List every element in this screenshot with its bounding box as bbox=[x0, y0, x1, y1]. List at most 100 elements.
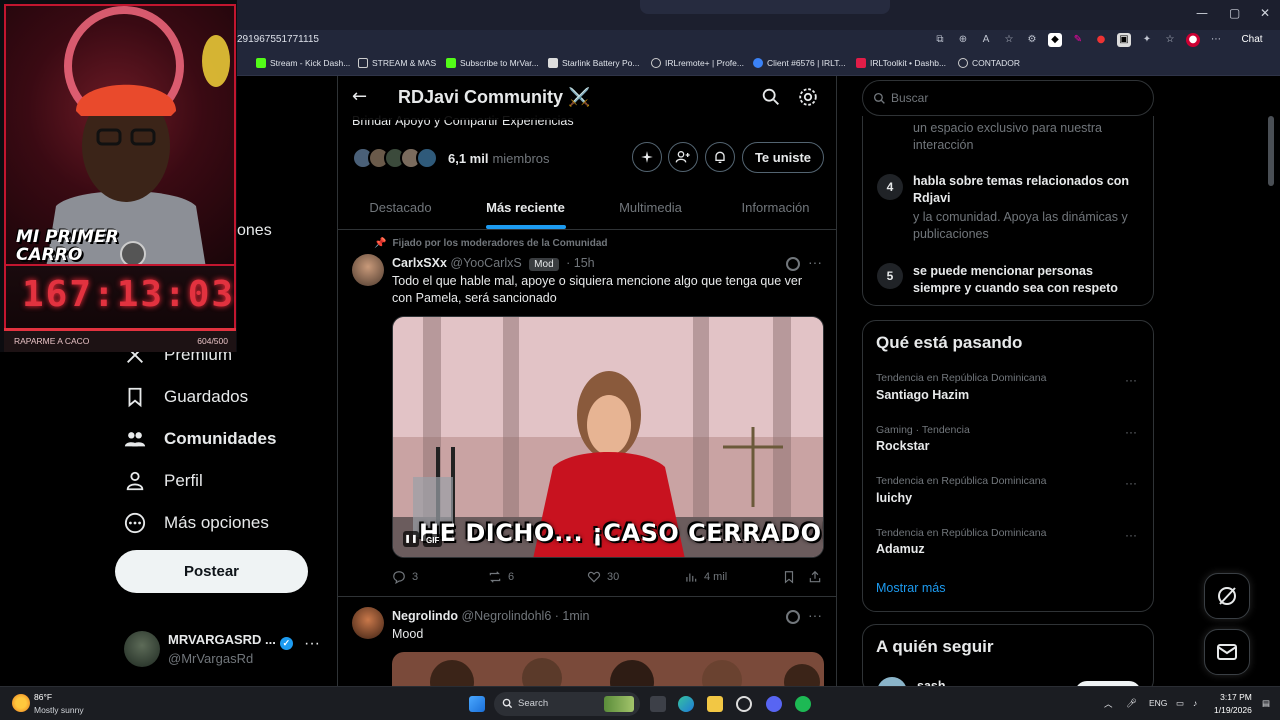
grok-icon[interactable] bbox=[786, 257, 800, 271]
edge-browser-icon[interactable] bbox=[678, 696, 694, 712]
nav-item-profile[interactable]: Perfil bbox=[124, 470, 203, 492]
extension-icon[interactable]: ✎ bbox=[1071, 33, 1085, 47]
taskbar-search[interactable]: Search bbox=[494, 692, 640, 716]
messages-button[interactable] bbox=[1204, 629, 1250, 675]
follow-name[interactable]: sash bbox=[917, 679, 946, 686]
tab-featured[interactable]: Destacado bbox=[338, 186, 463, 229]
avatar[interactable] bbox=[877, 677, 907, 686]
spotify-icon[interactable] bbox=[795, 696, 811, 712]
nav-item-more-options[interactable]: Más opciones bbox=[124, 512, 269, 534]
post-media-gif[interactable]: HE DICHO... ¡CASO CERRADO! ❚❚ GIF bbox=[392, 316, 824, 558]
avatar[interactable] bbox=[352, 254, 384, 286]
bookmark-item[interactable]: Starlink Battery Po... bbox=[548, 58, 639, 68]
post-menu-icon[interactable]: ··· bbox=[808, 607, 822, 623]
weather-icon[interactable] bbox=[12, 694, 30, 712]
joined-button[interactable]: Te uniste bbox=[742, 142, 824, 173]
post-media-image[interactable] bbox=[392, 652, 824, 686]
network-icon[interactable]: ▭ bbox=[1176, 698, 1184, 709]
back-arrow-icon[interactable]: ← bbox=[352, 86, 367, 107]
views-button[interactable]: 4 mil bbox=[684, 570, 727, 584]
bookmark-item[interactable]: STREAM & MAS bbox=[358, 58, 436, 68]
tray-chevron-icon[interactable]: ︿ bbox=[1104, 698, 1113, 710]
obs-icon[interactable] bbox=[736, 696, 752, 712]
show-more-link[interactable]: Mostrar más bbox=[876, 581, 945, 595]
extension-icon[interactable]: ◆ bbox=[1048, 33, 1062, 47]
trend-name[interactable]: luichy bbox=[876, 491, 912, 505]
account-switcher[interactable]: MRVARGASRD ... ✓ @MrVargasRd ··· bbox=[124, 629, 324, 673]
reply-button[interactable]: 3 bbox=[392, 570, 418, 584]
collections-icon[interactable]: ☆ bbox=[1163, 33, 1177, 47]
bookmark-item[interactable]: IRLToolkit • Dashb... bbox=[856, 58, 946, 68]
avatar[interactable] bbox=[352, 607, 384, 639]
invite-button[interactable] bbox=[668, 142, 698, 172]
search-icon[interactable] bbox=[760, 86, 782, 108]
bookmark-item[interactable]: Client #6576 | IRLT... bbox=[753, 58, 846, 68]
zoom-icon[interactable]: ⊕ bbox=[956, 33, 970, 47]
bookmark-icon bbox=[128, 387, 142, 408]
gear-icon[interactable] bbox=[797, 86, 819, 108]
windows-start-icon[interactable] bbox=[469, 696, 485, 712]
bookmark-button[interactable] bbox=[782, 570, 796, 584]
extension-icon[interactable]: ▣ bbox=[1117, 33, 1131, 47]
language-indicator[interactable]: ENG bbox=[1149, 698, 1167, 708]
taskbar-clock[interactable]: 3:17 PM 1/19/2026 bbox=[1214, 691, 1252, 717]
trend-name[interactable]: Rockstar bbox=[876, 439, 930, 453]
url-text[interactable]: 291967551771115 bbox=[237, 34, 319, 45]
bookmark-item[interactable]: Stream - Kick Dash... bbox=[256, 58, 350, 68]
trend-name[interactable]: Santiago Hazim bbox=[876, 388, 969, 402]
tab-media[interactable]: Multimedia bbox=[588, 186, 713, 229]
extension-icon[interactable]: ⚙ bbox=[1025, 33, 1039, 47]
tab-latest[interactable]: Más reciente bbox=[463, 186, 588, 229]
favorite-icon[interactable]: ☆ bbox=[1002, 33, 1016, 47]
browser-tab[interactable] bbox=[640, 0, 890, 14]
share-button[interactable] bbox=[808, 570, 822, 584]
browser-menu-icon[interactable]: ⋯ bbox=[1209, 33, 1223, 47]
file-explorer-icon[interactable] bbox=[707, 696, 723, 712]
bookmark-item[interactable]: CONTADOR bbox=[958, 58, 1020, 68]
post-author[interactable]: CarlxSXx @YooCarlxS Mod · 15h bbox=[392, 256, 595, 271]
post-menu-icon[interactable]: ··· bbox=[808, 254, 822, 270]
like-button[interactable]: 30 bbox=[587, 570, 619, 584]
repost-button[interactable]: 6 bbox=[488, 570, 514, 584]
tab-about[interactable]: Información bbox=[713, 186, 836, 229]
nav-item-communities[interactable]: Comunidades bbox=[124, 428, 276, 450]
task-view-icon[interactable] bbox=[650, 696, 666, 712]
nav-item-bookmarks[interactable]: Guardados bbox=[124, 386, 248, 408]
trend-more-icon[interactable]: ··· bbox=[1125, 476, 1137, 490]
grok-button[interactable] bbox=[1204, 573, 1250, 619]
profile-avatar-icon[interactable]: ● bbox=[1186, 33, 1200, 47]
post-author[interactable]: Negrolindo @Negrolindohl6 · 1min bbox=[392, 609, 590, 623]
bookmark-item[interactable]: IRLremote+ | Profe... bbox=[651, 58, 744, 68]
weather-desc[interactable]: Mostly sunny bbox=[34, 705, 84, 715]
close-icon[interactable]: ✕ bbox=[1260, 6, 1270, 20]
read-aloud-icon[interactable]: A bbox=[979, 33, 993, 47]
members-summary[interactable]: 6,1 mil miembros bbox=[352, 144, 550, 172]
discord-icon[interactable] bbox=[766, 696, 782, 712]
extension-icon[interactable]: ● bbox=[1094, 33, 1108, 47]
pause-icon[interactable]: ❚❚ bbox=[403, 531, 419, 547]
weather-temp[interactable]: 86°F bbox=[34, 692, 52, 702]
minimize-icon[interactable]: — bbox=[1196, 6, 1208, 20]
trend-more-icon[interactable]: ··· bbox=[1125, 373, 1137, 387]
scrollbar[interactable] bbox=[1268, 116, 1274, 186]
grok-icon[interactable] bbox=[786, 610, 800, 624]
maximize-icon[interactable]: ▢ bbox=[1229, 6, 1240, 20]
volume-icon[interactable]: ♪ bbox=[1193, 698, 1197, 708]
grok-sparkle-button[interactable] bbox=[632, 142, 662, 172]
notifications-icon[interactable]: ▤ bbox=[1262, 698, 1270, 709]
account-handle: @MrVargasRd bbox=[168, 651, 254, 666]
post-button[interactable]: Postear bbox=[115, 550, 308, 593]
copilot-icon[interactable]: Chat bbox=[1232, 33, 1272, 47]
translate-icon[interactable]: ⧉ bbox=[933, 33, 947, 47]
trend-more-icon[interactable]: ··· bbox=[1125, 425, 1137, 439]
trend-name[interactable]: Adamuz bbox=[876, 542, 925, 556]
more-icon[interactable]: ··· bbox=[304, 635, 320, 653]
extensions-puzzle-icon[interactable]: ✦ bbox=[1140, 33, 1154, 47]
notifications-button[interactable] bbox=[705, 142, 735, 172]
search-icon bbox=[873, 92, 885, 104]
bell-plus-icon bbox=[715, 151, 725, 163]
trend-more-icon[interactable]: ··· bbox=[1125, 528, 1137, 542]
microphone-icon[interactable]: 🎤︎ bbox=[1126, 698, 1137, 709]
search-input[interactable]: Buscar bbox=[862, 80, 1154, 116]
bookmark-item[interactable]: Subscribe to MrVar... bbox=[446, 58, 539, 68]
